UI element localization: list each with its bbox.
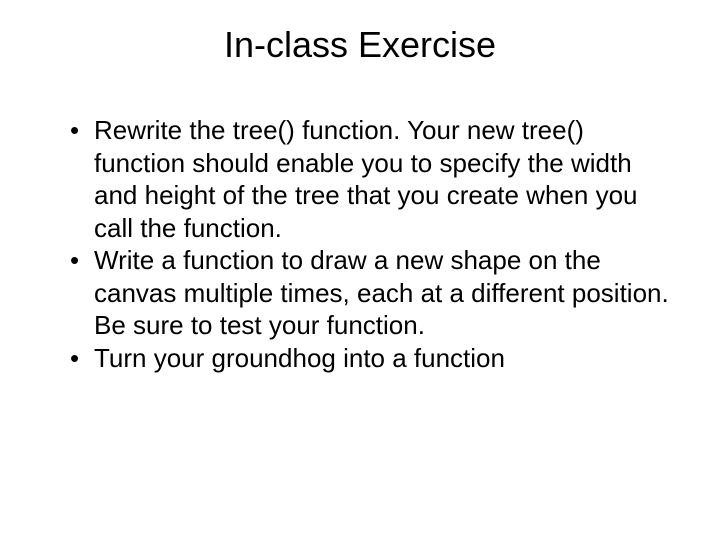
list-item: Turn your groundhog into a function	[70, 342, 680, 375]
bullet-list: Rewrite the tree() function. Your new tr…	[40, 114, 680, 374]
list-item: Rewrite the tree() function. Your new tr…	[70, 114, 680, 244]
page-title: In-class Exercise	[40, 24, 680, 66]
list-item: Write a function to draw a new shape on …	[70, 244, 680, 342]
